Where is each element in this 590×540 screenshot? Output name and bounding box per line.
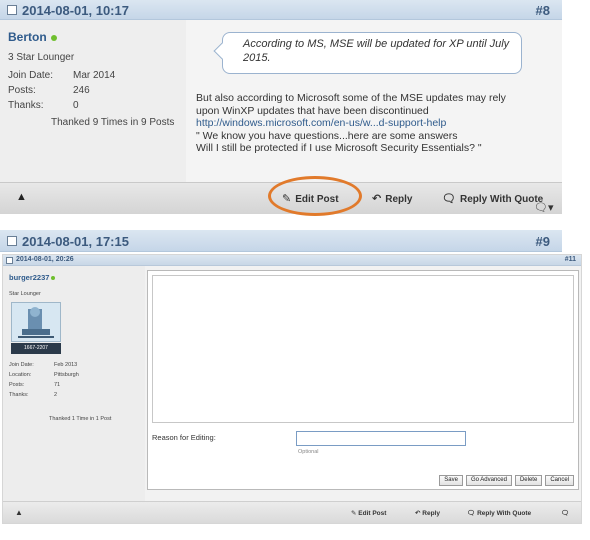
body-line: Will I still be protected if I use Micro… — [196, 142, 482, 154]
body-line: " We know you have questions...here are … — [196, 129, 458, 142]
stat-value: 71 — [54, 382, 61, 388]
avatar-badge: 1667-2207 — [11, 343, 61, 354]
inner-post-footer: ▲ ✎ Edit Post ↶ Reply 🗨 Reply With Quote… — [3, 501, 581, 523]
reply-arrow-icon: ↶ — [372, 193, 382, 205]
reply-with-quote-button[interactable]: 🗨 Reply With Quote — [442, 192, 543, 205]
body-line: But also according to Microsoft some of … — [196, 92, 506, 104]
quote-bubble: According to MS, MSE will be updated for… — [213, 32, 522, 74]
username[interactable]: Berton — [8, 30, 47, 44]
support-link[interactable]: http://windows.microsoft.com/en-us/w...d… — [196, 117, 446, 129]
save-button[interactable]: Save — [439, 475, 463, 486]
reason-hint: Optional — [298, 449, 319, 455]
post-8: 2014-08-01, 10:17 #8 Berton 3 Star Loung… — [0, 0, 562, 216]
reply-with-quote-button[interactable]: 🗨 Reply With Quote — [467, 509, 531, 517]
user-rank: Star Lounger — [9, 291, 41, 297]
quote-text: According to MS, MSE will be updated for… — [243, 38, 510, 64]
user-info-panel: Berton 3 Star Lounger Join Date: Mar 201… — [0, 20, 186, 182]
inner-post-header: 2014-08-01, 20:26 #11 — [3, 255, 581, 266]
stat-label: Join Date: — [8, 70, 54, 81]
quote-tail — [213, 42, 231, 60]
thanked-summary: Thanked 1 Time in 1 Post — [49, 416, 112, 422]
report-post-icon[interactable]: ▲ — [15, 508, 23, 517]
reply-label: Reply — [385, 194, 413, 205]
post-number-link[interactable]: #11 — [565, 256, 576, 263]
post-header: 2014-08-01, 10:17 #8 — [0, 0, 562, 20]
post-date: 2014-08-01, 20:26 — [16, 256, 74, 263]
online-status-icon — [51, 276, 56, 281]
stat-label: Posts: — [9, 382, 25, 388]
cancel-button[interactable]: Cancel — [545, 475, 574, 486]
reply-button[interactable]: ↶ Reply — [372, 192, 412, 205]
quote-bubble-icon: 🗨 — [442, 193, 456, 205]
stat-label: Thanks: — [9, 392, 29, 398]
username[interactable]: burger2237 — [9, 273, 49, 282]
stat-value: Feb 2013 — [54, 362, 78, 368]
edit-buttons: Save Go Advanced Delete Cancel — [439, 475, 574, 486]
multi-quote-icon[interactable]: 🗨 — [561, 509, 569, 517]
avatar[interactable] — [11, 302, 61, 342]
edit-post-button[interactable]: ✎ Edit Post — [351, 509, 386, 517]
post-9-header: 2014-08-01, 17:15 #9 — [0, 230, 562, 252]
stat-value: 246 — [73, 85, 90, 96]
post-number-link[interactable]: #9 — [536, 234, 550, 249]
highlight-circle — [268, 176, 362, 216]
reply-button[interactable]: ↶ Reply — [415, 509, 440, 517]
inner-user-panel: burger2237 Star Lounger 1667-2207 Join D… — [3, 266, 145, 501]
reply-label: Reply — [422, 510, 440, 517]
delete-button[interactable]: Delete — [514, 475, 543, 486]
multi-quote-icon[interactable]: 🗨▾ — [534, 201, 554, 214]
reply-with-quote-label: Reply With Quote — [477, 510, 532, 517]
report-post-icon[interactable]: ▲ — [16, 191, 27, 203]
thanked-summary: Thanked 9 Times in 9 Posts — [51, 117, 175, 128]
post-content: According to MS, MSE will be updated for… — [186, 20, 562, 182]
stat-label: Thanks: — [8, 100, 44, 111]
username-link[interactable]: Berton — [8, 30, 57, 44]
reply-with-quote-label: Reply With Quote — [459, 194, 544, 205]
embedded-edit-screenshot: 2014-08-01, 20:26 #11 burger2237 Star Lo… — [2, 254, 582, 524]
stat-value: Mar 2014 — [73, 70, 116, 81]
username-link[interactable]: burger2237 — [9, 273, 56, 282]
quick-edit-form: Reason for Editing: Optional Save Go Adv… — [147, 270, 579, 490]
select-post-checkbox[interactable] — [7, 5, 17, 15]
online-status-icon — [50, 34, 57, 41]
go-advanced-button[interactable]: Go Advanced — [465, 475, 512, 486]
stat-label: Posts: — [8, 85, 36, 96]
post-date: 2014-08-01, 17:15 — [22, 234, 129, 249]
stat-label: Location: — [9, 372, 32, 378]
stat-value: 2 — [54, 392, 58, 398]
post-edit-textarea[interactable] — [152, 275, 574, 423]
select-post-checkbox[interactable] — [7, 236, 17, 246]
stat-value: Pittsburgh — [54, 372, 79, 378]
post-number-link[interactable]: #8 — [536, 3, 550, 18]
body-line: upon WinXP updates that have been discon… — [196, 104, 429, 117]
quote-bubble-icon: 🗨 — [467, 510, 478, 517]
stat-value: 0 — [73, 100, 79, 111]
stat-label: Join Date: — [9, 362, 34, 368]
post-date: 2014-08-01, 10:17 — [22, 3, 129, 18]
user-rank: 3 Star Lounger — [8, 52, 75, 63]
post-body: But also according to Microsoft some of … — [196, 92, 556, 155]
select-post-checkbox[interactable] — [6, 257, 13, 264]
reason-input[interactable] — [296, 431, 466, 446]
edit-post-label: Edit Post — [358, 510, 387, 517]
reason-label: Reason for Editing: — [152, 433, 216, 442]
